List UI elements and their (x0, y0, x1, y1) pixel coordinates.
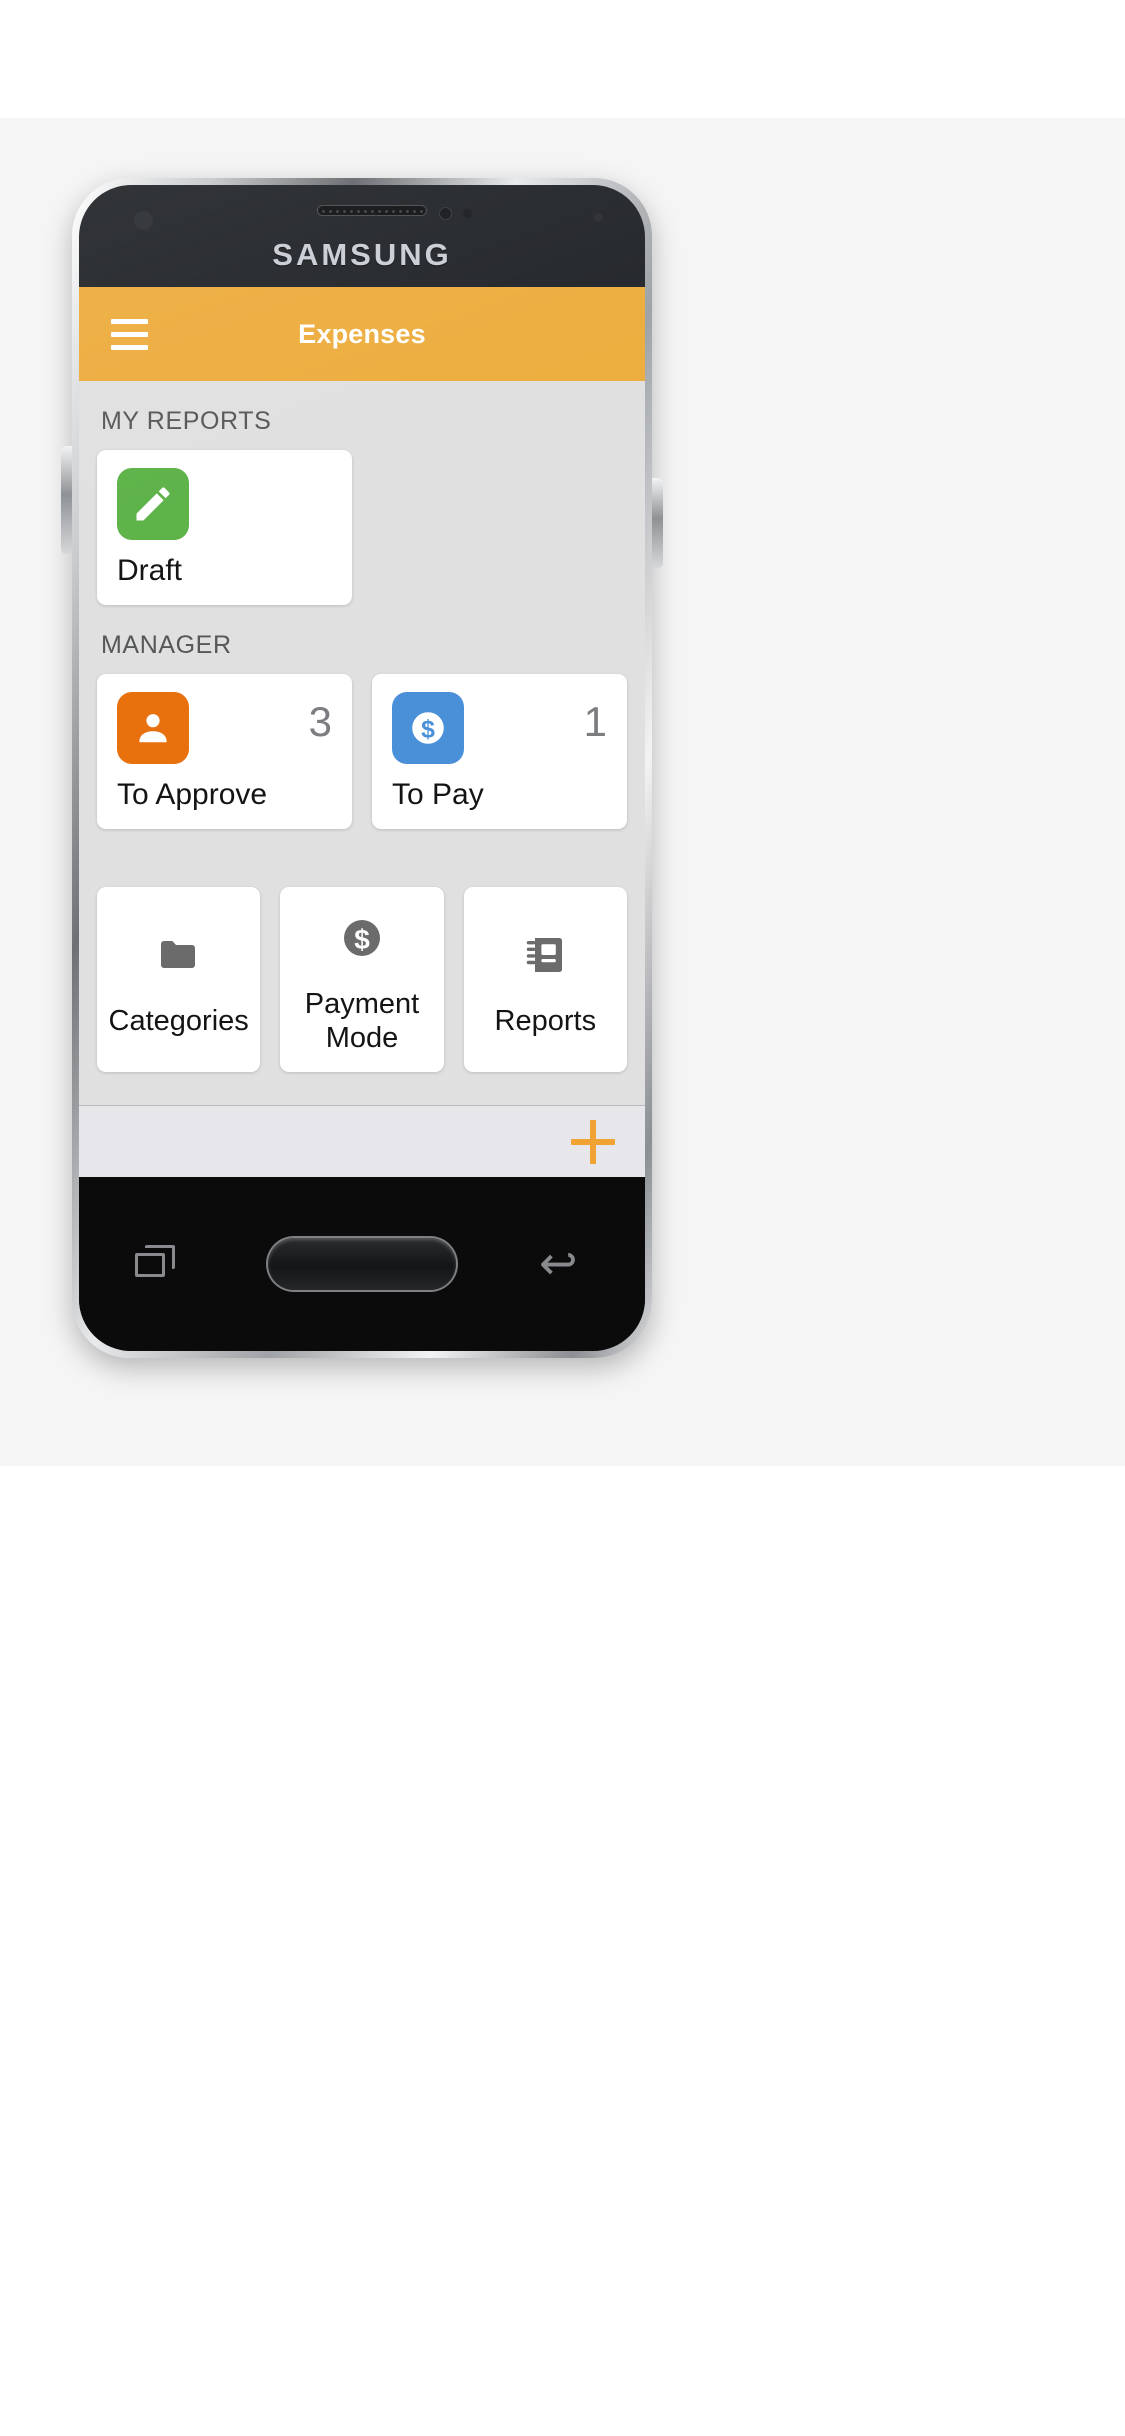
phone-bezel: SAMSUNG Expenses MY REPORTS Draft MANAGE… (79, 185, 645, 1351)
shortcut-payment-mode-label: Payment Mode (304, 988, 420, 1054)
shortcut-categories-label: Categories (108, 1004, 249, 1037)
folder-icon (155, 927, 203, 983)
shortcut-reports-label: Reports (494, 1004, 597, 1037)
recents-icon[interactable] (133, 1241, 185, 1287)
svg-text:$: $ (354, 924, 370, 955)
tile-to-pay[interactable]: $ 1 To Pay (372, 674, 627, 829)
shortcut-payment-mode[interactable]: $ Payment Mode (280, 887, 444, 1072)
phone-device-frame: SAMSUNG Expenses MY REPORTS Draft MANAGE… (61, 178, 663, 1358)
power-button[interactable] (652, 478, 663, 568)
plus-icon[interactable] (571, 1119, 615, 1164)
pencil-edit-icon (117, 468, 189, 540)
shortcut-categories[interactable]: Categories (97, 887, 261, 1072)
notification-led (134, 211, 153, 230)
volume-button[interactable] (61, 446, 72, 554)
section-header-manager: MANAGER (101, 631, 232, 659)
tile-to-approve-top: 3 (117, 692, 332, 764)
notebook-icon (521, 927, 569, 983)
svg-text:$: $ (421, 716, 435, 743)
my-reports-row: Draft (97, 450, 627, 605)
shortcuts-row: Categories $ Payment Mode Reports (97, 887, 627, 1072)
section-header-my-reports: MY REPORTS (101, 407, 272, 435)
tile-draft-label: Draft (117, 554, 183, 587)
manager-row: 3 To Approve $ 1 To Pay (97, 674, 627, 829)
tile-to-pay-count: 1 (583, 698, 607, 745)
tile-draft[interactable]: Draft (97, 450, 352, 605)
proximity-sensor-icon (463, 209, 472, 218)
tile-draft-top (117, 468, 332, 540)
phone-screen: Expenses MY REPORTS Draft MANAGER 3 To A… (79, 287, 645, 1177)
tile-to-approve-label: To Approve (117, 778, 268, 811)
bottom-action-bar (79, 1105, 645, 1177)
page-root: SAMSUNG Expenses MY REPORTS Draft MANAGE… (0, 0, 1125, 2436)
hamburger-menu-icon[interactable] (95, 318, 167, 350)
shortcut-reports[interactable]: Reports (463, 887, 627, 1072)
person-icon (117, 692, 189, 764)
dollar-coin-icon: $ (392, 692, 464, 764)
earpiece-speaker-icon (317, 205, 427, 216)
tile-to-pay-top: $ 1 (392, 692, 607, 764)
dollar-coin-icon: $ (338, 910, 386, 966)
home-key[interactable] (268, 1238, 456, 1290)
back-icon[interactable]: ↩ (539, 1237, 591, 1289)
tile-to-approve-count: 3 (308, 698, 332, 745)
android-nav-bar: ↩ (79, 1177, 645, 1351)
app-bar: Expenses (79, 287, 645, 381)
dashboard-content: MY REPORTS Draft MANAGER 3 To Approve $ … (79, 381, 645, 1105)
tile-to-pay-label: To Pay (392, 778, 484, 811)
light-sensor-icon (594, 213, 603, 222)
front-camera-icon (439, 207, 452, 220)
tile-to-approve[interactable]: 3 To Approve (97, 674, 352, 829)
device-brand-label: SAMSUNG (272, 237, 452, 272)
